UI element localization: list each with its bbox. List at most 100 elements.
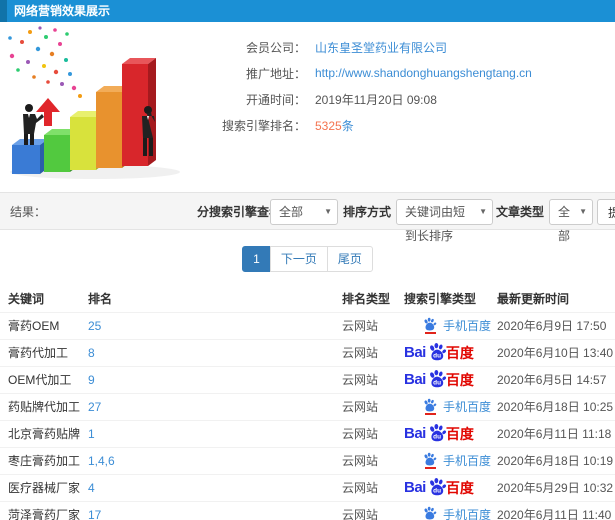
- mobile-baidu-icon: 手机百度: [423, 452, 491, 469]
- baidu-paw-icon: du: [427, 477, 446, 496]
- keyword-cell: 药贴牌代加工: [0, 392, 88, 420]
- open-time-label: 开通时间：: [245, 92, 306, 107]
- next-page-button[interactable]: 下一页: [269, 246, 328, 272]
- svg-text:du: du: [433, 380, 441, 387]
- baidu-paw-icon: [423, 452, 437, 469]
- keyword-cell: 医疗器械厂家: [0, 473, 88, 501]
- engine-cell: 手机百度: [404, 392, 497, 420]
- chevron-down-icon: ▼: [479, 207, 487, 216]
- open-time-row: 开通时间： 2019年11月20日 09:08: [190, 86, 532, 112]
- keyword-cell: 膏药代加工: [0, 338, 88, 366]
- table-row: 膏药OEM 25 云网站 手机百度 2020年6月9日 17:50: [0, 311, 615, 339]
- page-1-button[interactable]: 1: [242, 246, 271, 272]
- rank-unit: 条: [341, 118, 354, 133]
- table-row: 医疗器械厂家 4 云网站 Bai du 百度 2020年5月29日 10:32: [0, 473, 615, 501]
- engine-cell: Bai du 百度: [404, 365, 497, 393]
- col-rank-type: 排名类型: [342, 292, 391, 307]
- rank-type-cell: 云网站: [342, 365, 404, 393]
- pagination: 1 下一页 尾页: [0, 246, 615, 272]
- baidu-paw-icon: du: [427, 423, 446, 442]
- updated-cell: 2020年6月9日 17:50: [497, 311, 615, 339]
- article-type-select[interactable]: 全部 ▼: [549, 199, 593, 243]
- table-row: OEM代加工 9 云网站 Bai du 百度 2020年6月5日 14:57: [0, 365, 615, 393]
- rank-cell[interactable]: 4: [88, 473, 342, 501]
- updated-cell: 2020年6月11日 11:18: [497, 419, 615, 447]
- mobile-baidu-icon: 手机百度: [423, 317, 491, 334]
- promo-url-link[interactable]: http://www.shandonghuangshengtang.cn: [315, 66, 532, 80]
- baidu-logo-icon: Bai du 百度: [404, 342, 474, 361]
- updated-cell: 2020年6月10日 13:40: [497, 338, 615, 366]
- rank-count: 5325: [315, 118, 342, 133]
- chevron-down-icon: ▼: [324, 207, 332, 216]
- baidu-paw-icon: [423, 317, 437, 334]
- updated-cell: 2020年6月11日 11:40: [497, 500, 615, 520]
- rank-type-cell: 云网站: [342, 338, 404, 366]
- col-keyword: 关键词: [8, 292, 45, 307]
- table-row: 枣庄膏药加工 1,4,6 云网站 手机百度 2020年6月18日 10:19: [0, 446, 615, 474]
- rank-cell[interactable]: 1: [88, 419, 342, 447]
- info-fields: 会员公司： 山东皇圣堂药业有限公司 推广地址： http://www.shand…: [190, 22, 532, 187]
- engine-filter-select[interactable]: 全部 ▼: [270, 199, 338, 225]
- keyword-cell: 膏药OEM: [0, 311, 88, 339]
- mobile-baidu-icon: 手机百度: [423, 506, 491, 520]
- engine-rank-label: 搜索引擎排名：: [221, 118, 306, 133]
- table-body: 膏药OEM 25 云网站 手机百度 2020年6月9日 17:50 膏药代加工 8 云网站 Ba…: [0, 311, 615, 520]
- keyword-cell: 枣庄膏药加工: [0, 446, 88, 474]
- engine-cell: Bai du 百度: [404, 473, 497, 501]
- sort-filter-label: 排序方式: [343, 205, 392, 219]
- result-label: 结果：: [10, 205, 47, 219]
- rank-cell[interactable]: 27: [88, 392, 342, 420]
- mobile-baidu-icon: 手机百度: [423, 398, 491, 415]
- keyword-cell: 北京膏药贴牌: [0, 419, 88, 447]
- last-page-button[interactable]: 尾页: [326, 246, 373, 272]
- engine-cell: Bai du 百度: [404, 338, 497, 366]
- table-header-row: 关键词 排名 排名类型 搜索引擎类型 最新更新时间: [0, 286, 615, 312]
- baidu-paw-icon: [423, 506, 437, 520]
- up-arrow-icon: [36, 98, 60, 126]
- table-row: 菏泽膏药厂家 17 云网站 手机百度 2020年6月11日 11:40: [0, 500, 615, 520]
- rank-type-cell: 云网站: [342, 446, 404, 474]
- company-link[interactable]: 山东皇圣堂药业有限公司: [315, 39, 447, 56]
- page-title: 网络营销效果展示: [14, 4, 111, 18]
- info-section: 会员公司： 山东皇圣堂药业有限公司 推广地址： http://www.shand…: [0, 22, 615, 187]
- svg-text:du: du: [433, 434, 441, 441]
- col-rank: 排名: [88, 292, 113, 307]
- promo-url-label: 推广地址：: [245, 66, 306, 81]
- updated-cell: 2020年5月29日 10:32: [497, 473, 615, 501]
- rank-cell[interactable]: 25: [88, 311, 342, 339]
- header-accent: [0, 0, 7, 22]
- col-engine-type: 搜索引擎类型: [404, 292, 477, 307]
- results-table: 关键词 排名 排名类型 搜索引擎类型 最新更新时间 膏药OEM 25 云网站 手机百度…: [0, 286, 615, 520]
- rank-type-cell: 云网站: [342, 311, 404, 339]
- engine-rank-row: 搜索引擎排名： 5325条: [190, 112, 532, 138]
- engine-cell: 手机百度: [404, 500, 497, 520]
- rank-cell[interactable]: 8: [88, 338, 342, 366]
- svg-text:du: du: [433, 488, 441, 495]
- rank-type-cell: 云网站: [342, 419, 404, 447]
- submit-button[interactable]: 提交: [597, 199, 615, 225]
- rank-type-cell: 云网站: [342, 500, 404, 520]
- updated-cell: 2020年6月18日 10:19: [497, 446, 615, 474]
- promo-url-row: 推广地址： http://www.shandonghuangshengtang.…: [190, 60, 532, 86]
- engine-rank-value: 5325条: [315, 117, 354, 134]
- sort-filter-select[interactable]: 关键词由短到长排序 ▼: [396, 199, 493, 243]
- engine-cell: 手机百度: [404, 311, 497, 339]
- chevron-down-icon: ▼: [579, 207, 587, 216]
- rank-cell[interactable]: 17: [88, 500, 342, 520]
- rank-type-cell: 云网站: [342, 392, 404, 420]
- keyword-cell: OEM代加工: [0, 365, 88, 393]
- table-row: 药贴牌代加工 27 云网站 手机百度 2020年6月18日 10:25: [0, 392, 615, 420]
- engine-cell: 手机百度: [404, 446, 497, 474]
- updated-cell: 2020年6月18日 10:25: [497, 392, 615, 420]
- table-row: 北京膏药贴牌 1 云网站 Bai du 百度 2020年6月11日 11:18: [0, 419, 615, 447]
- rank-cell[interactable]: 9: [88, 365, 342, 393]
- article-type-value: 全部: [558, 205, 571, 243]
- engine-filter-value: 全部: [279, 205, 304, 219]
- header-bar: 网络营销效果展示: [0, 0, 615, 22]
- baidu-paw-icon: [423, 398, 437, 415]
- rank-cell[interactable]: 1,4,6: [88, 446, 342, 474]
- baidu-logo-icon: Bai du 百度: [404, 369, 474, 388]
- company-label: 会员公司：: [245, 40, 306, 55]
- sort-filter-value: 关键词由短到长排序: [405, 205, 466, 243]
- engine-cell: Bai du 百度: [404, 419, 497, 447]
